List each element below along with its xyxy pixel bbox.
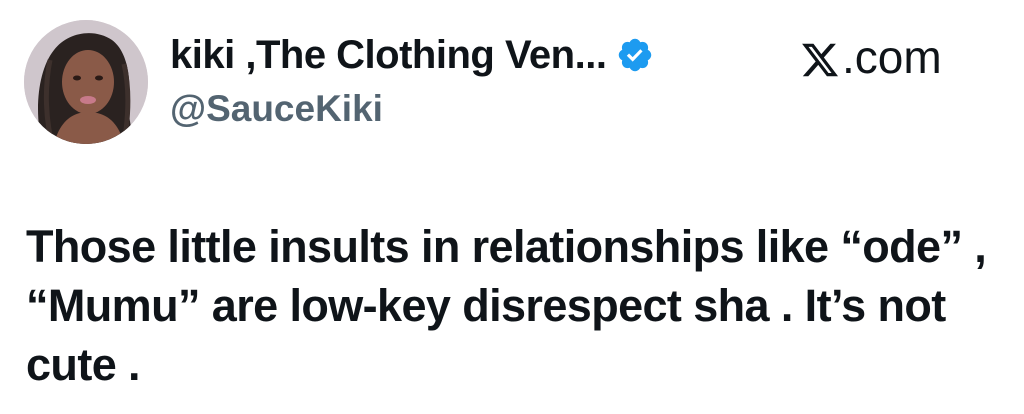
author-avatar[interactable] [24, 20, 148, 144]
brand-domain-text: .com [842, 31, 942, 83]
brand-watermark: .com [800, 30, 942, 84]
brand-domain-suffix: com [854, 31, 942, 83]
name-row: kiki ,The Clothing Ven... [170, 30, 654, 80]
author-identity: kiki ,The Clothing Ven... @SauceKiki [170, 30, 654, 130]
author-handle[interactable]: @SauceKiki [170, 88, 654, 130]
verified-badge-icon [616, 36, 654, 74]
tweet-text: Those little insults in relationships li… [26, 221, 987, 390]
avatar-photo [24, 20, 148, 144]
tweet-header: kiki ,The Clothing Ven... @SauceKiki .co… [0, 0, 1024, 170]
author-display-name[interactable]: kiki ,The Clothing Ven... [170, 33, 607, 78]
x-logo-icon [800, 37, 840, 77]
